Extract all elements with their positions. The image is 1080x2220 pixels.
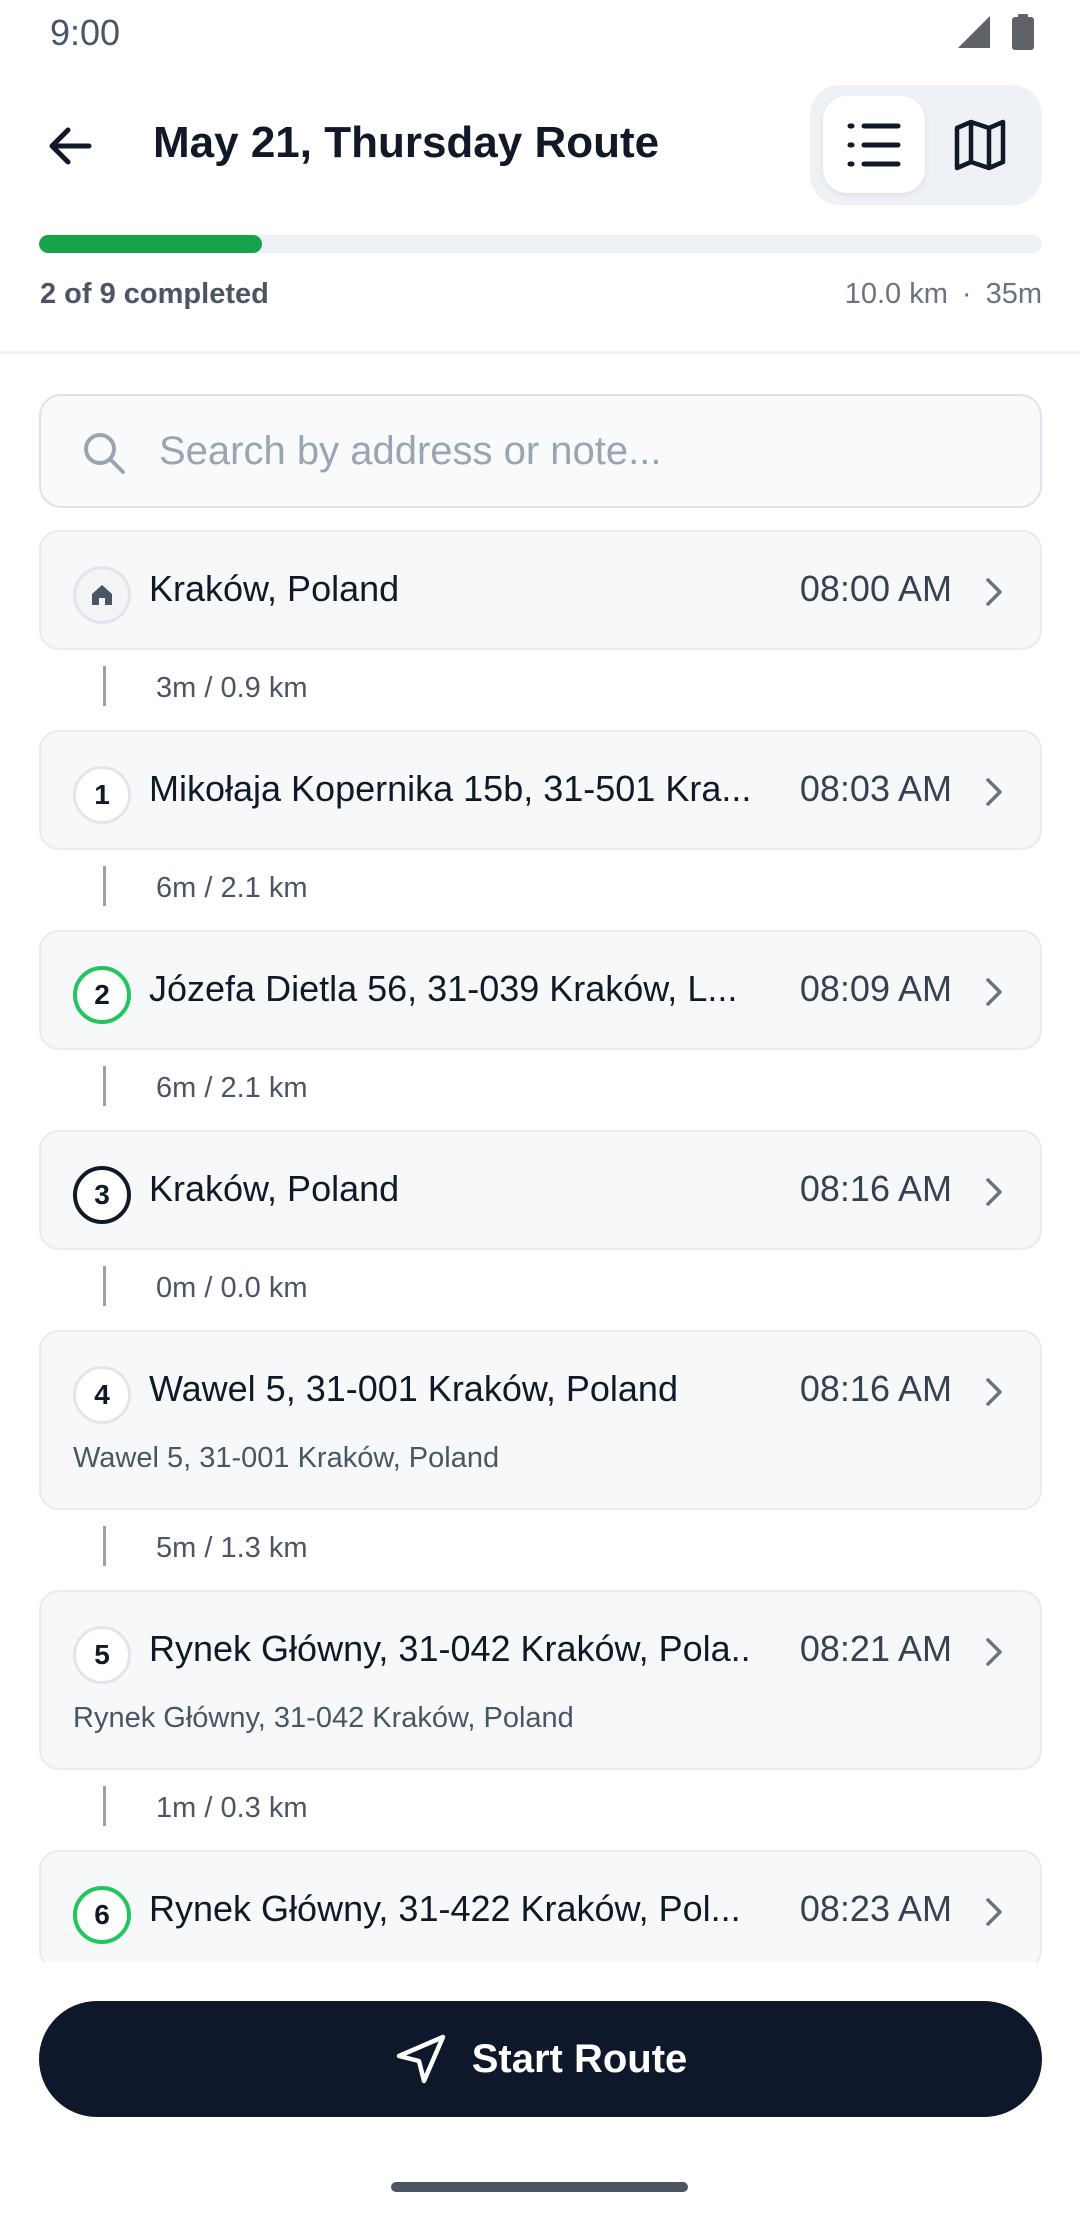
leg-line	[103, 866, 106, 906]
stop-eta: 08:23 AM	[799, 1888, 952, 1929]
stop-number-badge: 4	[73, 1366, 131, 1424]
search-box	[39, 394, 1042, 508]
stop-number-badge: 1	[73, 766, 131, 824]
stop-note: Rynek Główny, 31-042 Kraków, Poland	[73, 1702, 574, 1734]
leg-duration-distance: 1m / 0.3 km	[156, 1792, 308, 1824]
stop-note: Wawel 5, 31-001 Kraków, Poland	[73, 1442, 500, 1474]
stop-eta: 08:16 AM	[799, 1168, 952, 1209]
divider	[0, 351, 1080, 354]
view-toggle	[810, 85, 1042, 205]
stop-address: Rynek Główny, 31-422 Kraków, Pol...	[149, 1888, 741, 1929]
leg-line	[103, 1066, 106, 1106]
search-icon	[84, 433, 125, 474]
leg-line	[103, 1786, 106, 1826]
leg-line	[103, 666, 106, 706]
home-icon	[92, 585, 112, 605]
chevron-right-icon	[986, 978, 1002, 1006]
header: May 21, Thursday Route	[0, 84, 1080, 206]
battery-icon	[1012, 14, 1034, 50]
leg-connector: 6m / 2.1 km	[0, 1066, 1080, 1122]
leg-connector: 5m / 1.3 km	[0, 1526, 1080, 1582]
chevron-right-icon	[986, 1898, 1002, 1926]
progress-fill	[39, 235, 262, 253]
stop-address: Wawel 5, 31-001 Kraków, Poland	[149, 1368, 678, 1409]
signal-icon	[958, 16, 990, 48]
chevron-right-icon	[986, 1378, 1002, 1406]
status-bar: 9:00	[0, 0, 1080, 66]
leg-duration-distance: 3m / 0.9 km	[156, 672, 308, 704]
stop-eta: 08:03 AM	[799, 768, 952, 809]
stop-card[interactable]: 2 Józefa Dietla 56, 31-039 Kraków, L... 08…	[39, 930, 1042, 1050]
stop-eta: 08:16 AM	[799, 1368, 952, 1409]
leg-connector: 6m / 2.1 km	[0, 866, 1080, 922]
leg-duration-distance: 6m / 2.1 km	[156, 1072, 308, 1104]
list-icon	[847, 123, 901, 166]
stop-address: Józefa Dietla 56, 31-039 Kraków, L...	[149, 968, 738, 1009]
map-icon	[954, 119, 1006, 170]
progress-bar	[39, 235, 1042, 253]
start-route-button[interactable]: Start Route	[39, 2001, 1042, 2117]
stop-chevron	[984, 1896, 1004, 1933]
search-input[interactable]	[159, 418, 1019, 484]
page-title: May 21, Thursday Route	[153, 118, 660, 167]
back-button[interactable]	[30, 106, 110, 186]
leg-connector: 0m / 0.0 km	[0, 1266, 1080, 1322]
progress-label: 2 of 9 completed	[40, 278, 269, 310]
stop-card[interactable]: 6 Rynek Główny, 31-422 Kraków, Pol... 08:2…	[39, 1850, 1042, 1962]
leg-duration-distance: 6m / 2.1 km	[156, 872, 308, 904]
leg-connector: 3m / 0.9 km	[0, 666, 1080, 722]
stop-chevron	[984, 1636, 1004, 1673]
leg-duration-distance: 0m / 0.0 km	[156, 1272, 308, 1304]
arrow-left-icon	[49, 127, 92, 165]
home-indicator[interactable]	[391, 2182, 688, 2192]
stop-eta: 08:00 AM	[799, 568, 952, 609]
route-stats: 10.0 km · 35m	[845, 278, 1042, 311]
leg-line	[103, 1526, 106, 1566]
stop-number-badge: 2	[73, 966, 131, 1024]
stop-chevron	[984, 776, 1004, 813]
chevron-right-icon	[986, 578, 1002, 606]
stop-number-badge: 6	[73, 1886, 131, 1944]
stop-number-badge: 5	[73, 1626, 131, 1684]
leg-duration-distance: 5m / 1.3 km	[156, 1532, 308, 1564]
leg-connector: 1m / 0.3 km	[0, 1786, 1080, 1842]
route-distance: 10.0 km	[844, 278, 948, 310]
stats-separator: ·	[961, 278, 972, 310]
list-view-button[interactable]	[823, 96, 925, 193]
stop-card[interactable]: Kraków, Poland 08:00 AM	[39, 530, 1042, 650]
stop-address: Rynek Główny, 31-042 Kraków, Pola..	[149, 1628, 751, 1669]
stop-number-badge: 3	[73, 1166, 131, 1224]
stop-chevron	[984, 1176, 1004, 1213]
map-view-button[interactable]	[929, 96, 1031, 193]
stop-chevron	[984, 976, 1004, 1013]
stop-eta: 08:21 AM	[799, 1628, 952, 1669]
stop-address: Kraków, Poland	[149, 568, 400, 609]
stop-card[interactable]: 1 Mikołaja Kopernika 15b, 31-501 Kra... 08…	[39, 730, 1042, 850]
stop-card[interactable]: 4 Wawel 5, 31-001 Kraków, Poland 08:16 AM W…	[39, 1330, 1042, 1510]
home-badge	[73, 566, 131, 624]
stop-address: Mikołaja Kopernika 15b, 31-501 Kra...	[149, 768, 752, 809]
stop-address: Kraków, Poland	[149, 1168, 400, 1209]
stop-card[interactable]: 3 Kraków, Poland 08:16 AM	[39, 1130, 1042, 1250]
chevron-right-icon	[986, 778, 1002, 806]
stop-chevron	[984, 576, 1004, 613]
status-time: 9:00	[50, 12, 121, 53]
start-route-label: Start Route	[471, 2036, 688, 2081]
stop-chevron	[984, 1376, 1004, 1413]
chevron-right-icon	[986, 1638, 1002, 1666]
navigation-icon	[396, 2034, 445, 2084]
stop-eta: 08:09 AM	[799, 968, 952, 1009]
stop-card[interactable]: 5 Rynek Główny, 31-042 Kraków, Pola.. 08:2…	[39, 1590, 1042, 1770]
leg-line	[103, 1266, 106, 1306]
stops-list[interactable]: Kraków, Poland 08:00 AM 3m / 0.9 km 1 Mikoła…	[0, 530, 1080, 1962]
chevron-right-icon	[986, 1178, 1002, 1206]
route-duration: 35m	[985, 278, 1042, 310]
